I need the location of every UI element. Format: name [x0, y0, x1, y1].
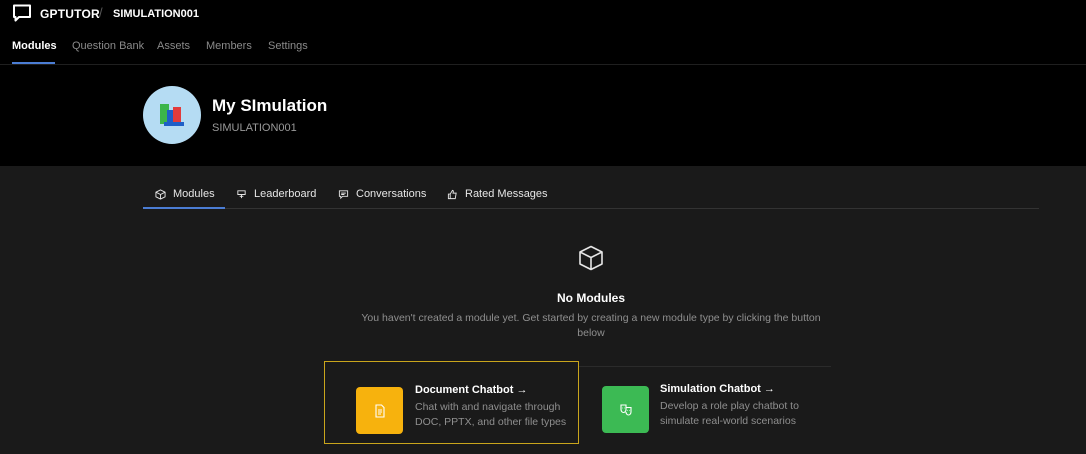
tab-settings[interactable]: Settings [268, 40, 308, 52]
simulation-chatbot-tile [602, 386, 649, 433]
card-description-line: simulate real-world scenarios [660, 415, 796, 427]
project-header: My SImulation SIMULATION001 [0, 65, 1086, 166]
subtab-leaderboard[interactable]: Leaderboard [236, 188, 316, 200]
card-title: Simulation Chatbot → [660, 383, 775, 395]
subtab-label: Rated Messages [465, 188, 548, 200]
subtab-rated-messages[interactable]: Rated Messages [447, 188, 548, 200]
subtab-label: Modules [173, 188, 215, 200]
tab-question-bank[interactable]: Question Bank [72, 40, 144, 52]
subtab-modules[interactable]: Modules [155, 188, 215, 200]
document-icon [374, 403, 385, 418]
simulation-chatbot-card[interactable]: Simulation Chatbot → Develop a role play… [579, 361, 834, 444]
trophy-icon [237, 189, 246, 198]
brand-name[interactable]: GPTUTOR [40, 7, 100, 21]
card-description: Chat with and navigate through DOC, PPTX… [415, 400, 566, 430]
top-bar: GPTUTOR / SIMULATION001 [0, 0, 1086, 30]
card-description-line: DOC, PPTX, and other file types [415, 416, 567, 428]
top-nav: Modules Question Bank Assets Members Set… [0, 30, 1086, 65]
active-tab-indicator [12, 62, 55, 64]
empty-state-description-line: below [577, 327, 605, 339]
main-content: Modules Leaderboard Conversations Rated … [0, 166, 1086, 454]
tab-members[interactable]: Members [206, 40, 252, 52]
empty-state-description: You haven't created a module yet. Get st… [349, 311, 833, 341]
tab-modules[interactable]: Modules [12, 40, 57, 52]
cube-icon [579, 245, 603, 271]
empty-state-description-line: You haven't created a module yet. Get st… [361, 312, 821, 324]
empty-state-title: No Modules [557, 291, 625, 305]
card-description-line: Develop a role play chatbot to [660, 400, 799, 412]
chat-logo-icon[interactable] [12, 4, 32, 22]
books-icon [160, 104, 184, 126]
card-title: Document Chatbot → [415, 384, 528, 396]
project-avatar [143, 86, 201, 144]
chat-icon [338, 189, 349, 199]
subtab-label: Conversations [356, 188, 427, 200]
thumbs-up-icon [447, 189, 457, 199]
breadcrumb-project[interactable]: SIMULATION001 [113, 8, 199, 20]
cube-icon [155, 188, 166, 200]
card-description: Develop a role play chatbot to simulate … [660, 399, 799, 429]
subtab-label: Leaderboard [254, 188, 317, 200]
tab-assets[interactable]: Assets [157, 40, 190, 52]
project-code: SIMULATION001 [212, 122, 297, 134]
subtab-conversations[interactable]: Conversations [338, 188, 426, 200]
document-chatbot-card[interactable]: Document Chatbot → Chat with and navigat… [324, 361, 579, 444]
active-subtab-indicator [143, 207, 225, 209]
page-title: My SImulation [212, 96, 328, 115]
card-description-line: Chat with and navigate through [415, 401, 561, 413]
masks-icon [619, 403, 632, 416]
document-chatbot-tile [356, 387, 403, 434]
sub-tab-bar: Modules Leaderboard Conversations Rated … [143, 181, 1039, 209]
breadcrumb-separator: / [99, 5, 103, 20]
